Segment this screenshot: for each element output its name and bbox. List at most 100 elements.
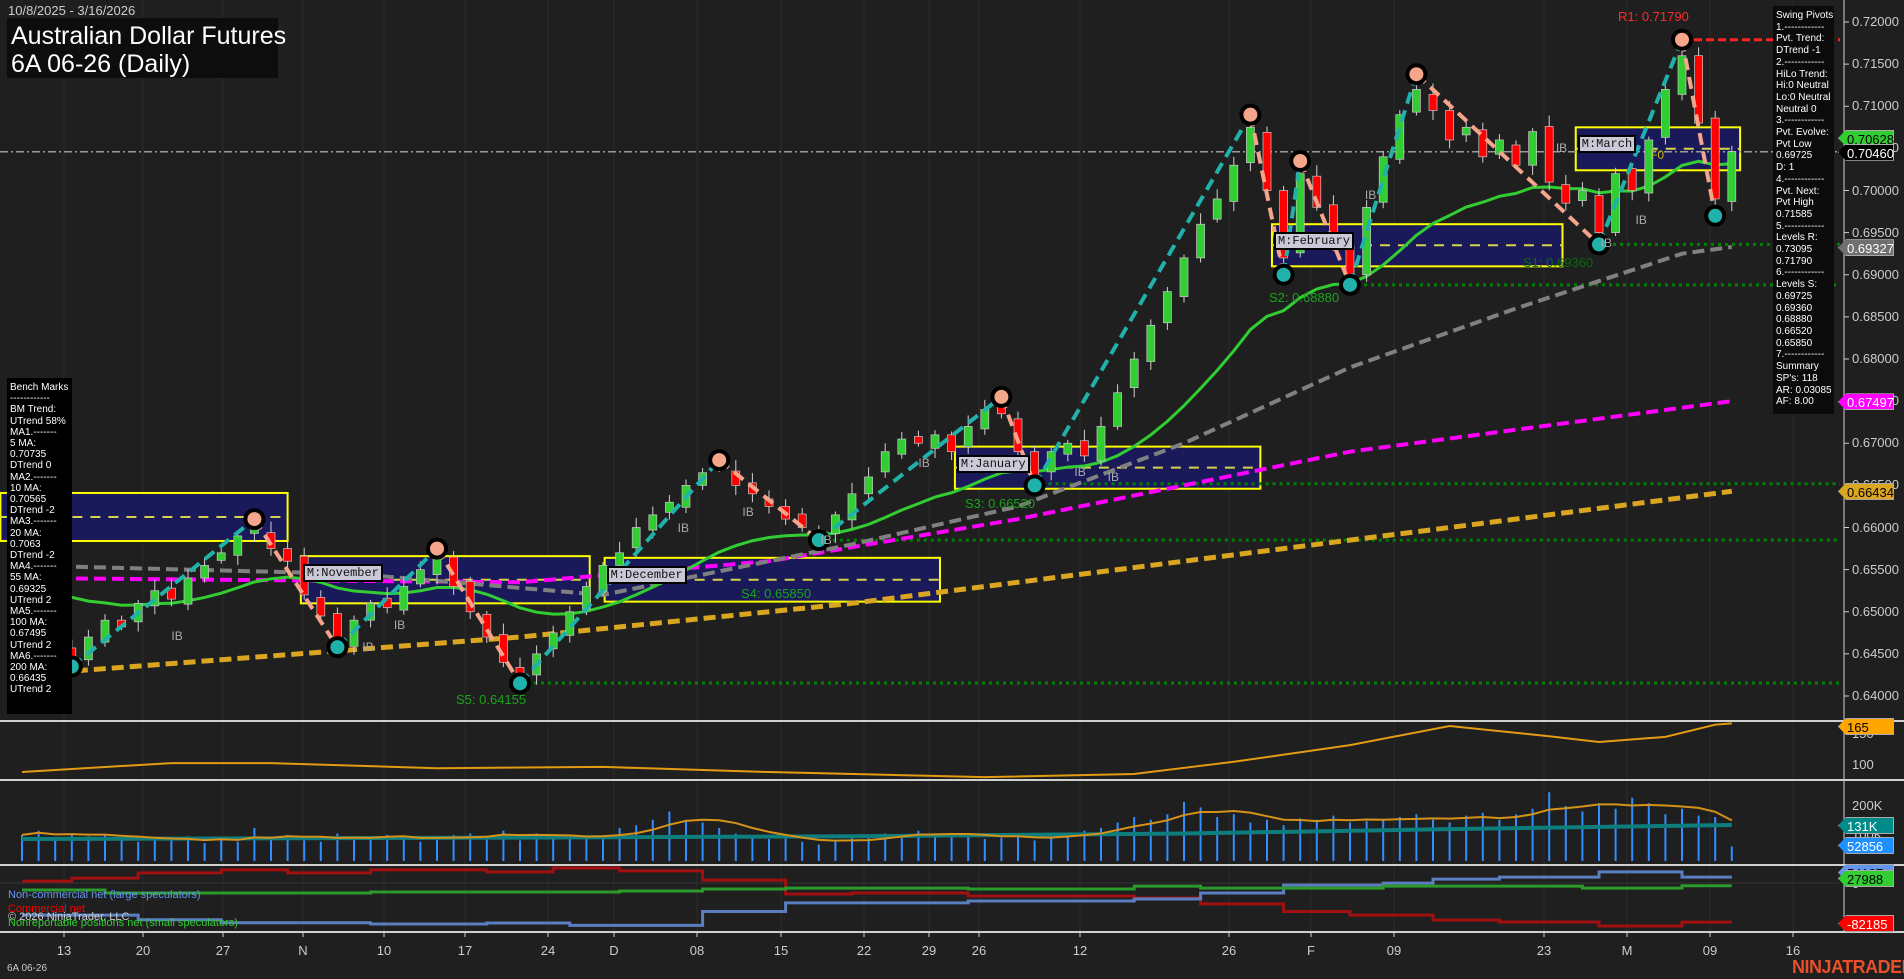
price-axis-label: 0.72000 [1852, 14, 1899, 29]
pivot-high-marker [992, 388, 1010, 406]
panel-line: AR: 0.03085 [1776, 385, 1831, 397]
panel-line: DTrend -2 [10, 550, 69, 561]
support-label: S5: 0.64155 [456, 692, 526, 707]
panel-line: 20 MA: [10, 528, 69, 539]
x-axis-label: 20 [136, 943, 150, 958]
x-axis-label: 22 [857, 943, 871, 958]
candle-down [1446, 110, 1454, 139]
panel-line: MA1.------- [10, 427, 69, 438]
ib-label: IB [1636, 213, 1647, 227]
lower-panels [0, 723, 1840, 926]
bench-marks-panel: Bench Marks------------BM Trend:UTrend 5… [7, 378, 72, 714]
candle-up [1578, 191, 1586, 201]
x-axis-label: 12 [1073, 943, 1087, 958]
price-axis-label: 0.65500 [1852, 562, 1899, 577]
panel-line: DTrend 0 [10, 460, 69, 471]
x-axis-label: 27 [216, 943, 230, 958]
panel-line: HiLo Trend: [1776, 69, 1831, 81]
panel-line: 0.69725 [1776, 291, 1831, 303]
candle-up [632, 528, 640, 548]
candle-up [234, 536, 242, 555]
support-label: S4: 0.65850 [741, 586, 811, 601]
x-axis-label: 10 [377, 943, 391, 958]
panel-line: UTrend 58% [10, 416, 69, 427]
panel-line: 3.------------ [1776, 115, 1831, 127]
panel-line: DTrend -1 [1776, 45, 1831, 57]
candle-down [1429, 94, 1437, 110]
cot-tag: 27988 [1838, 870, 1894, 887]
panel-line: 5.------------ [1776, 221, 1831, 233]
panel-line: UTrend 2 [10, 595, 69, 606]
pivot-high-marker [1291, 152, 1309, 170]
price-axis-label: 0.68500 [1852, 309, 1899, 324]
panel-line: BM Trend: [10, 404, 69, 415]
candle-up [1412, 89, 1420, 112]
month-box-label: M:January [957, 455, 1030, 473]
candle-down [914, 437, 922, 444]
swing-pivots-panel: Swing Pivots1.------------Pvt. Trend:DTr… [1773, 6, 1834, 414]
candle-up [1163, 292, 1171, 323]
candle-up [1213, 199, 1221, 219]
chart-subtitle: 6A 06-26 (Daily) [11, 50, 274, 78]
panel-line: 0.69325 [10, 584, 69, 595]
price-tag: 0.69327 [1838, 239, 1894, 256]
oscillator-tag: 165 [1838, 718, 1894, 735]
ib-label: IB [171, 629, 182, 643]
price-axis-label: 0.70000 [1852, 183, 1899, 198]
panel-line: MA2.------- [10, 472, 69, 483]
panel-line: MA6.------- [10, 651, 69, 662]
price-tag: 0.70460 [1838, 144, 1894, 161]
panel-line: 0.71585 [1776, 209, 1831, 221]
panel-line: Pvt. Evolve: [1776, 127, 1831, 139]
month-box-label: M:February [1274, 232, 1354, 250]
panel-line: 0.71790 [1776, 256, 1831, 268]
candle-up [1180, 258, 1188, 297]
panel-line: 100 MA: [10, 617, 69, 628]
panel-line: 0.66520 [1776, 326, 1831, 338]
panel-line: 6.------------ [1776, 267, 1831, 279]
x-axis-label: 09 [1387, 943, 1401, 958]
volume-axis-label: 200K [1852, 798, 1882, 813]
price-axis-label: 0.69000 [1852, 267, 1899, 282]
chart-title-box: Australian Dollar Futures 6A 06-26 (Dail… [7, 18, 278, 78]
cot_noncommercial-line [22, 872, 1732, 925]
panel-line: UTrend 2 [10, 684, 69, 695]
price-axis-label: 0.68000 [1852, 351, 1899, 366]
panel-line: Pvt. Trend: [1776, 33, 1831, 45]
month-box-label: M:November [303, 564, 383, 582]
panel-line: Bench Marks [10, 382, 69, 393]
candle-down [1346, 246, 1354, 275]
ib-label: IB [820, 533, 831, 547]
ib-label: IB [742, 505, 753, 519]
cot_commercial-line [22, 868, 1732, 926]
x-axis-label: 16 [1786, 943, 1800, 958]
panel-line: Levels R: [1776, 232, 1831, 244]
panel-line: 200 MA: [10, 662, 69, 673]
price-axis-label: 0.69500 [1852, 225, 1899, 240]
month-box-label: M:March [1578, 135, 1636, 153]
panel-line: 0.69360 [1776, 303, 1831, 315]
pivot-high-marker [1241, 106, 1259, 124]
support-label: S2: 0.68880 [1269, 290, 1339, 305]
candle-down [317, 597, 325, 616]
panel-line: Pvt High [1776, 197, 1831, 209]
price-tag: 0.67497 [1838, 393, 1894, 410]
x-axis-label: 29 [922, 943, 936, 958]
candle-down [1080, 441, 1088, 456]
panel-line: Hi:0 Neutral [1776, 80, 1831, 92]
panel-line: 7.------------ [1776, 349, 1831, 361]
panel-line: Pvt Low [1776, 139, 1831, 151]
x-axis-label: F [1307, 943, 1315, 958]
candle-up [184, 578, 192, 604]
x-axis-label: 13 [57, 943, 71, 958]
panel-line: MA4.------- [10, 561, 69, 572]
candle-down [1562, 185, 1570, 204]
pivot-low-marker [328, 638, 346, 656]
legend-noncommercial: Non-commercial net (large speculators) [8, 889, 201, 901]
panel-line: 0.66435 [10, 673, 69, 684]
price-axis-label: 0.64500 [1852, 646, 1899, 661]
ib-label: IB [918, 456, 929, 470]
panel-line: 0.69725 [1776, 150, 1831, 162]
ib-label: IB [394, 618, 405, 632]
panel-line: 0.67495 [10, 628, 69, 639]
